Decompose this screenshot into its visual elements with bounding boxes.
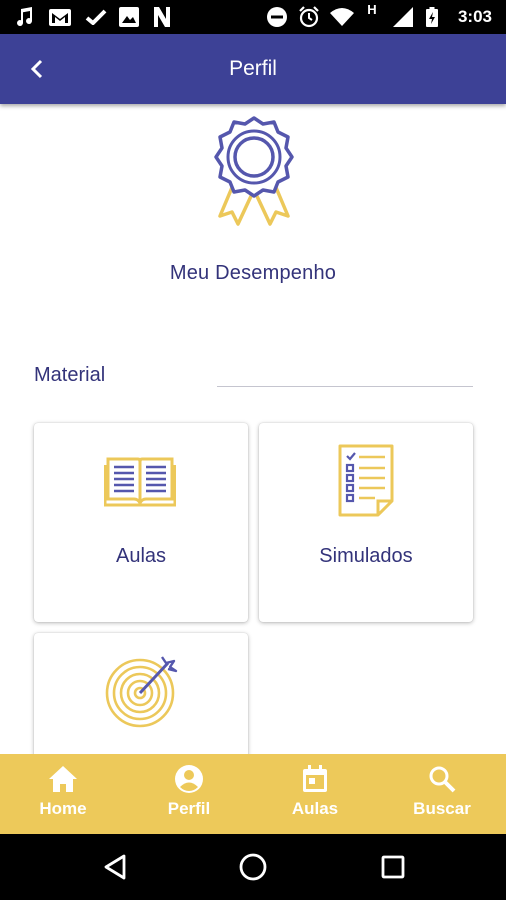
- page-title: Perfil: [229, 57, 277, 80]
- alarm-icon: [297, 6, 321, 28]
- nav-home[interactable]: Home: [0, 754, 126, 834]
- home-icon: [49, 766, 77, 792]
- wifi-icon: [329, 6, 355, 28]
- back-button[interactable]: [22, 54, 52, 84]
- nav-aulas[interactable]: Aulas: [252, 754, 378, 834]
- nav-buscar[interactable]: Buscar: [378, 754, 506, 834]
- nav-label: Aulas: [291, 799, 339, 818]
- n-icon: [150, 6, 174, 28]
- calendar-icon: [303, 765, 327, 792]
- clock: 3:03: [457, 7, 492, 26]
- system-nav-bar: [0, 834, 506, 900]
- open-book-icon: [104, 457, 176, 507]
- search-icon: [429, 766, 456, 793]
- app-bar: Perfil: [0, 34, 506, 104]
- gmail-icon: [48, 6, 72, 28]
- back-triangle-icon[interactable]: [98, 850, 132, 884]
- account-circle-icon: [175, 765, 203, 793]
- award-ribbon-icon[interactable]: [208, 114, 300, 232]
- card-simulados[interactable]: Simulados: [259, 423, 473, 622]
- nav-label: Buscar: [413, 799, 471, 818]
- nav-perfil[interactable]: Perfil: [126, 754, 252, 834]
- network-type: H: [367, 1, 377, 17]
- card-aulas[interactable]: Aulas: [34, 423, 248, 622]
- bottom-nav: Home Perfil Aulas Buscar: [0, 754, 506, 834]
- nav-label: Perfil: [167, 799, 211, 818]
- battery-icon: [424, 6, 440, 28]
- chevron-left-icon: [30, 59, 43, 79]
- card-label: Aulas: [115, 545, 167, 567]
- status-bar: H 3:03: [0, 0, 506, 34]
- music-note-icon: [12, 6, 36, 28]
- nav-label: Home: [39, 799, 87, 818]
- section-divider: [217, 386, 473, 387]
- signal-icon: [392, 6, 414, 28]
- section-title: Material: [34, 364, 106, 386]
- target-arrow-icon: [105, 656, 178, 728]
- performance-link[interactable]: Meu Desempenho: [0, 262, 506, 285]
- check-icon: [84, 6, 108, 28]
- card-label: Simulados: [319, 545, 413, 567]
- card-target[interactable]: [34, 633, 248, 763]
- recents-square-icon[interactable]: [376, 850, 410, 884]
- do-not-disturb-icon: [266, 6, 288, 28]
- checklist-icon: [338, 444, 394, 517]
- home-circle-icon[interactable]: [236, 850, 270, 884]
- image-icon: [117, 6, 141, 28]
